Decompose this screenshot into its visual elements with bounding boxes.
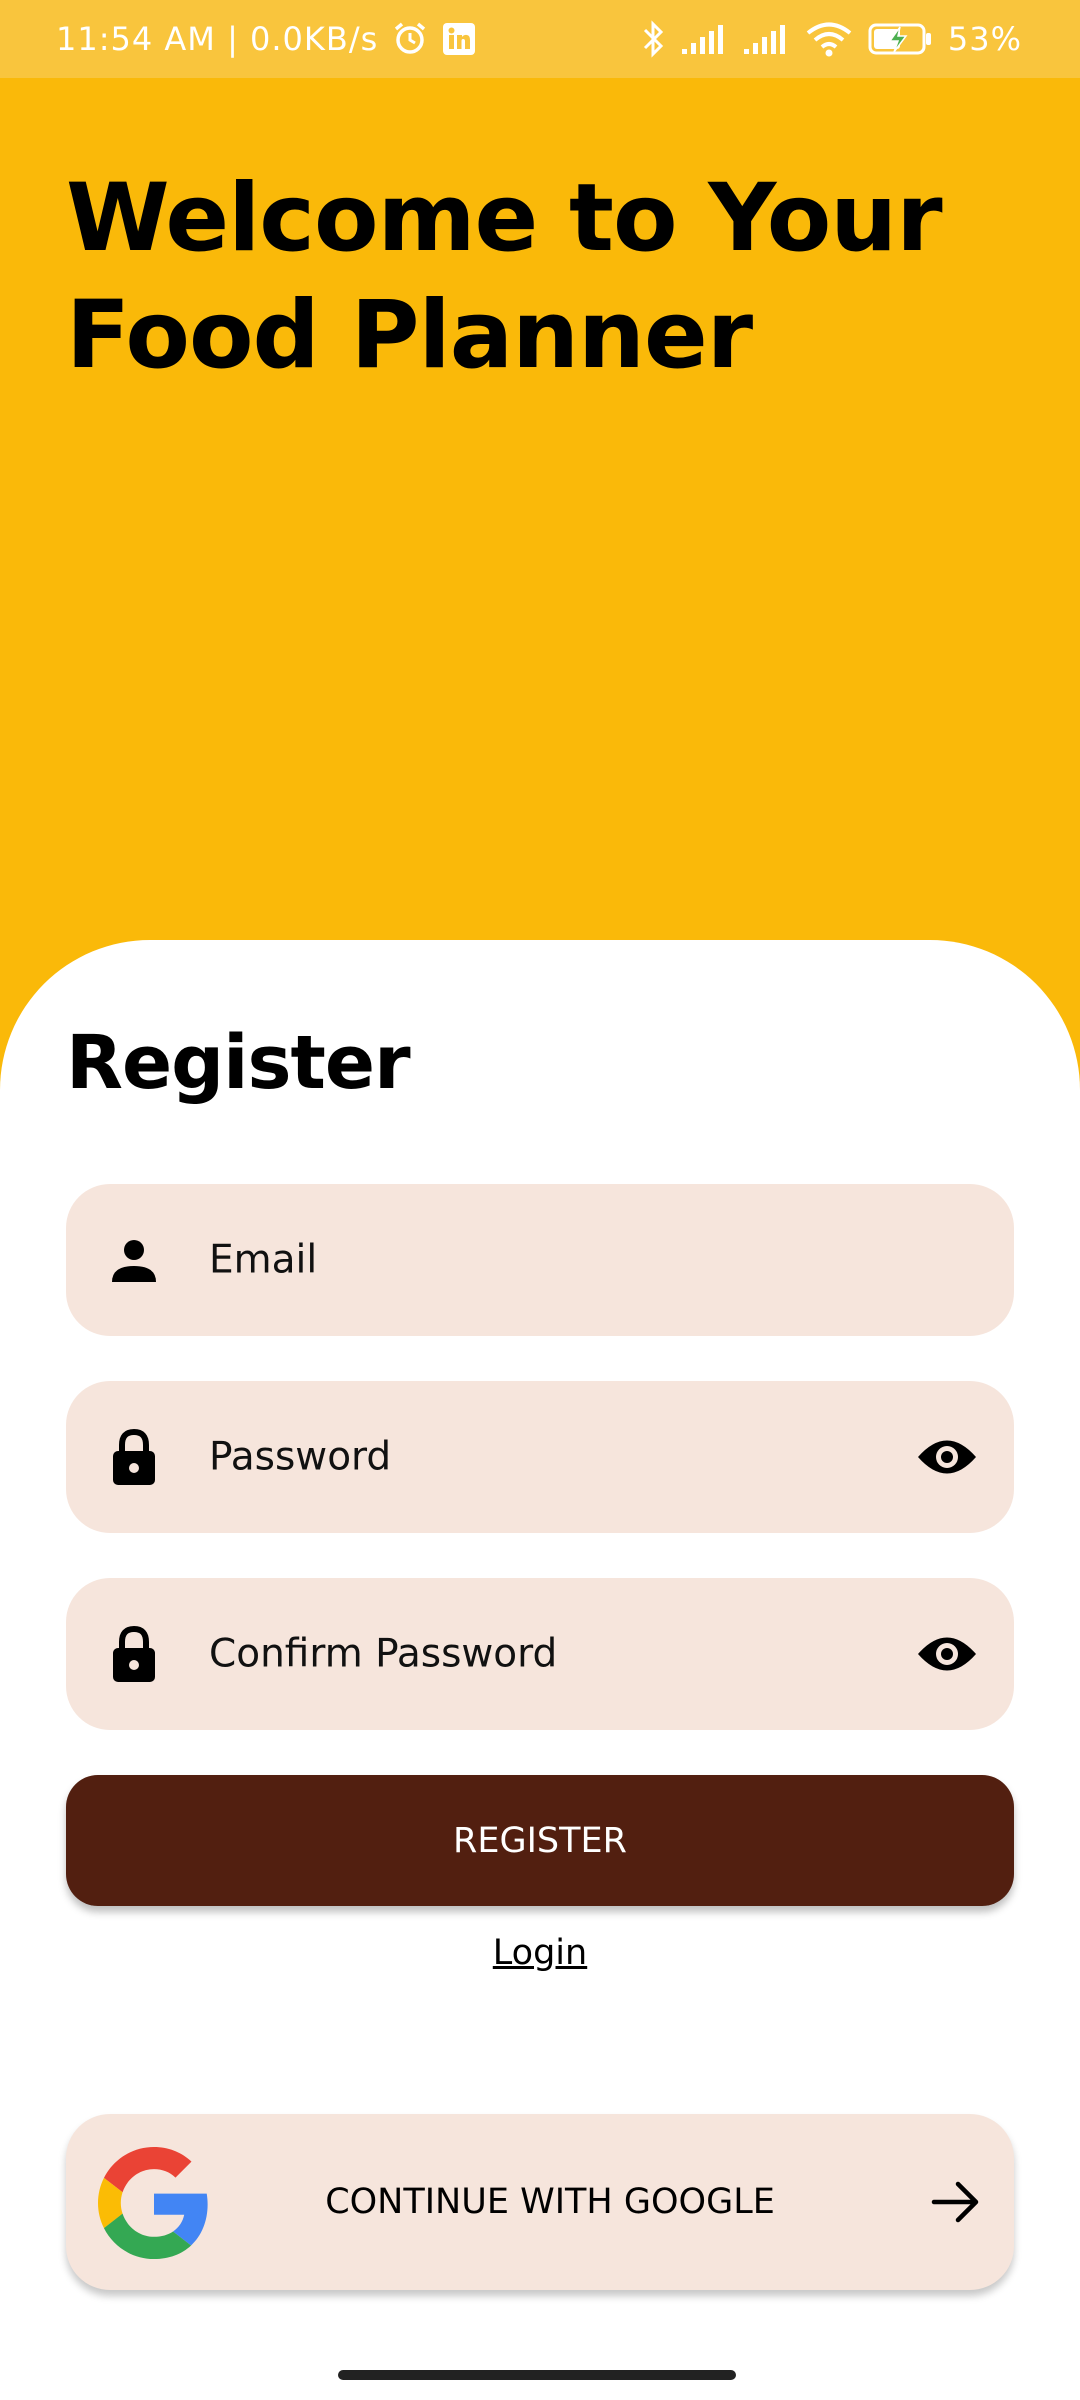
status-bar-right: 53% [642,20,1022,58]
bluetooth-icon [642,20,666,58]
home-indicator[interactable] [338,2370,736,2380]
signal-icon [680,23,728,55]
lock-icon [106,1427,162,1487]
lock-icon [106,1624,162,1684]
battery-percent: 53% [947,20,1022,58]
status-time: 11:54 AM | 0.0KB/s [56,20,379,58]
status-bar-left: 11:54 AM | 0.0KB/s [56,20,476,58]
google-button-label: CONTINUE WITH GOOGLE [325,2182,775,2222]
confirm-password-field[interactable]: Confirm Password [66,1578,1014,1730]
register-title: Register [66,1020,411,1106]
password-field[interactable]: Password [66,1381,1014,1533]
person-icon [106,1230,162,1290]
continue-with-google-button[interactable]: CONTINUE WITH GOOGLE [66,2114,1014,2290]
email-field[interactable]: Email [66,1184,1014,1336]
welcome-title: Welcome to Your Food Planner [66,164,943,390]
alarm-icon [392,21,428,57]
register-button[interactable]: REGISTER [66,1775,1014,1906]
battery-charging-icon [868,22,934,56]
arrow-right-icon [928,2174,984,2230]
status-bar: 11:54 AM | 0.0KB/s 53% [0,0,1080,78]
email-placeholder: Email [209,1237,318,1283]
linkedin-icon [442,22,476,56]
google-logo-icon [98,2147,210,2259]
signal-icon [742,23,790,55]
password-placeholder: Password [209,1434,392,1480]
visibility-icon[interactable] [914,1432,980,1482]
visibility-icon[interactable] [914,1629,980,1679]
register-button-label: REGISTER [453,1820,627,1861]
login-link[interactable]: Login [0,1933,1080,1973]
wifi-icon [804,20,854,58]
confirm-password-placeholder: Confirm Password [209,1631,558,1677]
